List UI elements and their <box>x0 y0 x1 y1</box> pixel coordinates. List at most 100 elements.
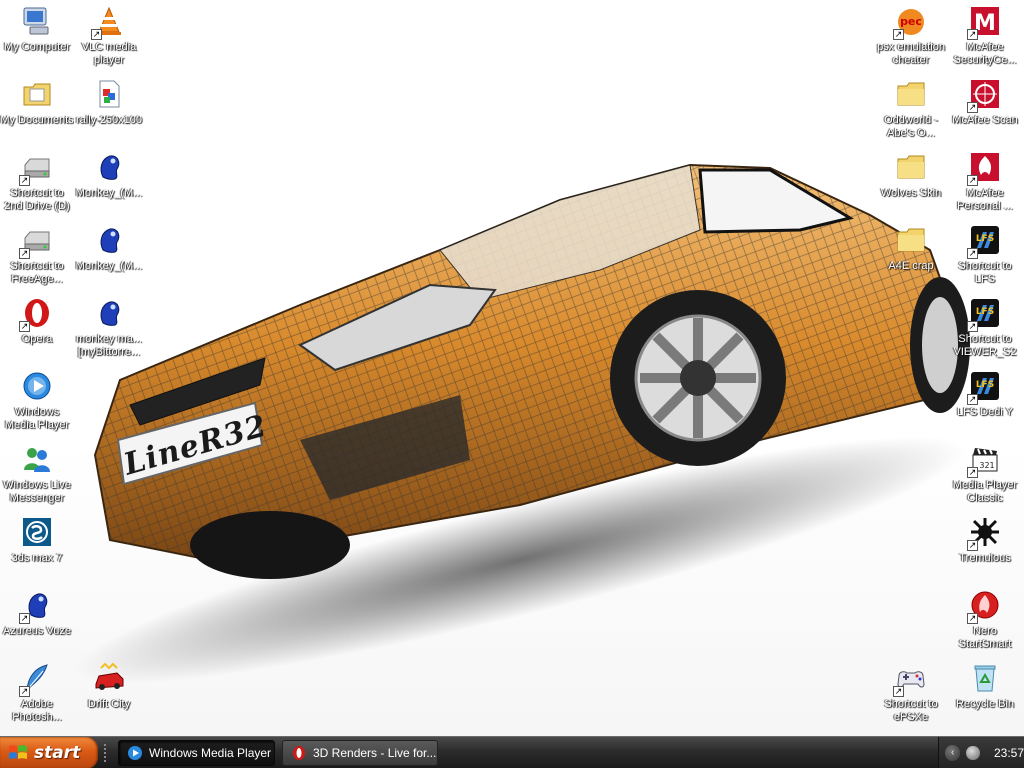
shortcut-arrow-icon: ↗ <box>967 467 978 478</box>
desktop-icon-drift-city[interactable]: Drift City <box>72 659 146 731</box>
system-tray: ‹ 23:57 <box>938 737 1024 768</box>
taskbar-button-label: Windows Media Player <box>149 746 272 760</box>
desktop-icon-mcafee-personal[interactable]: ↗ McAfee Personal ... <box>948 148 1022 220</box>
shortcut-arrow-icon: ↗ <box>967 248 978 259</box>
desktop-icon-label: Shortcut to VIEWER_S2 <box>953 333 1017 358</box>
browser-icon <box>293 746 305 760</box>
svg-text:LFS: LFS <box>976 307 994 317</box>
desktop-icon-vuze[interactable]: ↗ Azureus Vuze <box>0 586 74 658</box>
computer-icon <box>23 7 49 35</box>
shortcut-arrow-icon: ↗ <box>967 321 978 332</box>
taskbar-button-windows-media-player[interactable]: Windows Media Player <box>118 740 275 766</box>
shortcut-arrow-icon: ↗ <box>91 29 102 40</box>
azureus-frog-icon <box>100 228 120 253</box>
azureus-frog-icon <box>100 301 120 326</box>
svg-text:321: 321 <box>979 461 994 470</box>
folder-icon <box>897 228 925 252</box>
desktop-icon-label: McAfee Personal ... <box>957 187 1013 212</box>
shortcut-arrow-icon: ↗ <box>19 321 30 332</box>
desktop-icon-label: Windows Media Player <box>4 406 70 431</box>
desktop-icon-label: McAfee SecurityCe... <box>953 41 1017 66</box>
desktop-icon-label: psx emulation cheater <box>877 41 945 66</box>
3dsmax-icon <box>23 518 51 546</box>
desktop-icon-monkey-2[interactable]: Monkey_(M... <box>72 221 146 293</box>
media-player-icon <box>128 746 142 760</box>
shortcut-arrow-icon: ↗ <box>967 29 978 40</box>
shortcut-arrow-icon: ↗ <box>893 29 904 40</box>
desktop-icon-label: Tremulous <box>959 552 1011 564</box>
desktop-icon-label: VLC media player <box>81 41 137 66</box>
desktop-icon-wolves-skin[interactable]: Wolves Skin <box>874 148 948 220</box>
shortcut-arrow-icon: ↗ <box>967 613 978 624</box>
shortcut-arrow-icon: ↗ <box>19 613 30 624</box>
folder-icon <box>897 82 925 106</box>
windows-flag-icon <box>9 745 27 759</box>
desktop-icon-label: LFS Dedi Y <box>956 406 1014 418</box>
clock[interactable]: 23:57 <box>994 746 1024 760</box>
desktop-icon-opera[interactable]: ↗ Opera <box>0 294 74 366</box>
taskbar-grip[interactable] <box>104 744 108 762</box>
taskbar-button-label: 3D Renders - Live for... <box>313 746 437 760</box>
desktop-icon-label: McAfee Scan <box>952 114 1018 126</box>
desktop-icon-shortcut-freeage[interactable]: ↗ Shortcut to FreeAge... <box>0 221 74 293</box>
desktop-icon-label: 3ds max 7 <box>11 552 63 564</box>
desktop-icon-shortcut-lfs[interactable]: LFS ↗ Shortcut to LFS <box>948 221 1022 293</box>
desktop-icon-label: Adobe Photosh... <box>12 698 62 723</box>
shortcut-arrow-icon: ↗ <box>19 248 30 259</box>
media-player-icon <box>23 372 51 400</box>
desktop-icon-monkey-3[interactable]: monkey ma... [myBittorre... <box>72 294 146 366</box>
desktop-icon-label: Shortcut to FreeAge... <box>10 260 64 285</box>
desktop-icon-my-computer[interactable]: My Computer <box>0 2 74 74</box>
desktop-icon-epsxe[interactable]: ↗ Shortcut to ePSXe <box>874 659 948 731</box>
taskbar-button-3d-renders[interactable]: 3D Renders - Live for... <box>282 740 438 766</box>
shortcut-arrow-icon: ↗ <box>967 102 978 113</box>
desktop-icon-label: Opera <box>21 333 53 345</box>
desktop-icon-mcafee-scan[interactable]: ↗ McAfee Scan <box>948 75 1022 147</box>
shortcut-arrow-icon: ↗ <box>967 175 978 186</box>
desktop-icon-label: Drift City <box>87 698 131 710</box>
svg-text:LFS: LFS <box>976 380 994 390</box>
desktop-icon-shortcut-viewer[interactable]: LFS ↗ Shortcut to VIEWER_S2 <box>948 294 1022 366</box>
desktop-icon-nero[interactable]: ↗ Nero StartSmart <box>948 586 1022 658</box>
taskbar: start Windows Media Player 3D Renders - … <box>0 736 1024 768</box>
desktop-icon-shortcut-drive-d[interactable]: ↗ Shortcut to 2nd Drive (D) <box>0 148 74 220</box>
desktop-icon-mcafee-security[interactable]: M ↗ McAfee SecurityCe... <box>948 2 1022 74</box>
desktop-icon-monkey-1[interactable]: Monkey_(M... <box>72 148 146 220</box>
tray-app-icon[interactable] <box>966 746 980 760</box>
desktop-icon-a4e-crap[interactable]: A4E crap <box>874 221 948 293</box>
desktop-icon-label: monkey ma... [myBittorre... <box>75 333 143 358</box>
shortcut-arrow-icon: ↗ <box>967 394 978 405</box>
shortcut-arrow-icon: ↗ <box>19 686 30 697</box>
desktop-icon-rally[interactable]: rally-250x100 <box>72 75 146 147</box>
documents-folder-icon <box>23 83 51 106</box>
desktop-icon-label: Recycle Bin <box>955 698 1015 710</box>
desktop-icon-photoshop[interactable]: ↗ Adobe Photosh... <box>0 659 74 731</box>
desktop-icon-mpc[interactable]: 321 ↗ Media Player Classic <box>948 440 1022 512</box>
desktop-icon-label: Shortcut to 2nd Drive (D) <box>4 187 70 212</box>
desktop-icon-psx-cheater[interactable]: pec ↗ psx emulation cheater <box>874 2 948 74</box>
desktop-icon-label: Shortcut to ePSXe <box>884 698 938 723</box>
start-button[interactable]: start <box>0 737 98 768</box>
desktop-icon-recycle-bin[interactable]: Recycle Bin <box>948 659 1022 731</box>
desktop-icon-label: rally-250x100 <box>75 114 143 126</box>
desktop-icon-label: Monkey_(M... <box>75 187 143 199</box>
desktop-icon-label: A4E crap <box>888 260 934 272</box>
desktop-icon-wmp[interactable]: Windows Media Player <box>0 367 74 439</box>
shortcut-arrow-icon: ↗ <box>967 540 978 551</box>
desktop-icon-oddworld[interactable]: Oddworld - Abe's O... <box>874 75 948 147</box>
desktop-icon-vlc[interactable]: ↗ VLC media player <box>72 2 146 74</box>
desktop-icon-my-documents[interactable]: My Documents <box>0 75 74 147</box>
desktop-icon-label: My Computer <box>3 41 71 53</box>
svg-text:LFS: LFS <box>976 234 994 244</box>
show-hidden-icons-chevron-icon[interactable]: ‹ <box>945 745 961 761</box>
desktop-icon-wlm[interactable]: Windows Live Messenger <box>0 440 74 512</box>
wallpaper-car-render <box>73 163 970 684</box>
desktop-icon-lfs-dedi[interactable]: LFS ↗ LFS Dedi Y <box>948 367 1022 439</box>
desktop-icon-label: Wolves Skin <box>880 187 942 199</box>
desktop-icon-3dsmax[interactable]: 3ds max 7 <box>0 513 74 585</box>
desktop-icon-label: Media Player Classic <box>952 479 1018 504</box>
azureus-frog-icon <box>100 155 120 180</box>
desktop: LineR32 My Computer ↗ VLC media player M… <box>0 0 1024 736</box>
desktop-icon-label: Monkey_(M... <box>75 260 143 272</box>
desktop-icon-tremulous[interactable]: ↗ Tremulous <box>948 513 1022 585</box>
